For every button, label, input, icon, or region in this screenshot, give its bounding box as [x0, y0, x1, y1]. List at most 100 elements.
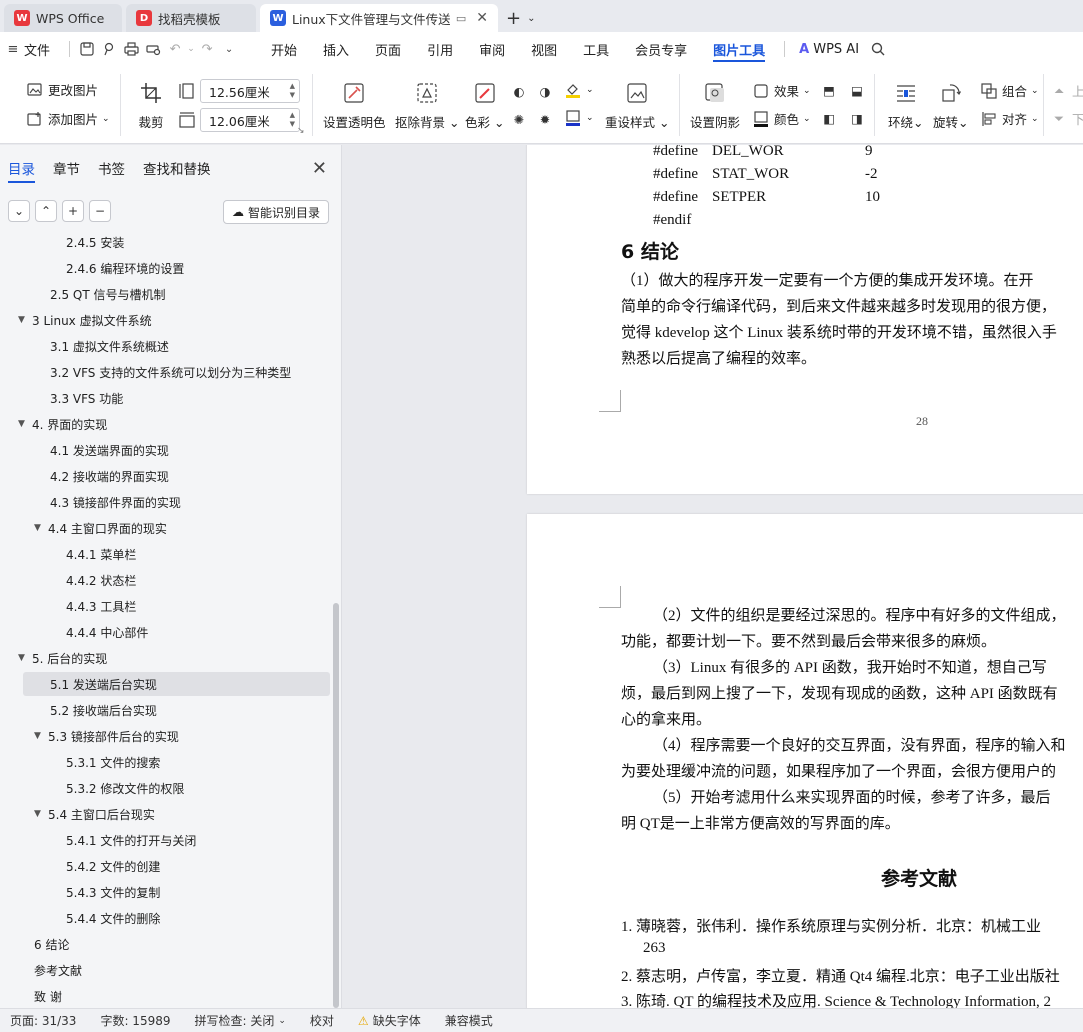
remove-background-button[interactable]: 抠除背景 ⌄ — [395, 80, 459, 131]
chevron-down-icon[interactable]: ⌄ — [186, 32, 196, 66]
menu-member[interactable]: 会员专享 — [622, 32, 700, 66]
expand-triangle-icon[interactable]: ▼ — [34, 731, 48, 741]
hamburger-icon[interactable]: ≡ — [6, 32, 20, 66]
change-picture-button[interactable]: 更改图片 — [26, 80, 98, 99]
chevron-down-icon[interactable]: ⌄ — [527, 13, 535, 24]
spell-check[interactable]: 拼写检查: 关闭 ⌄ — [183, 1012, 298, 1029]
tab-bookmarks[interactable]: 书签 — [98, 145, 125, 191]
save-icon[interactable] — [76, 32, 98, 66]
toc-item[interactable]: 2.4.6 编程环境的设置 — [66, 256, 184, 280]
smart-toc-button[interactable]: ☁ 智能识别目录 — [222, 200, 329, 224]
toc-item[interactable]: 4.2 接收端的界面实现 — [50, 464, 169, 488]
word-count[interactable]: 字数: 15989 — [88, 1012, 182, 1029]
wps-ai-button[interactable]: A WPS AI — [791, 32, 867, 66]
toc-scrollbar[interactable] — [333, 603, 339, 1008]
menu-view[interactable]: 视图 — [518, 32, 570, 66]
toc-item[interactable]: ▼ 5.3 镜接部件后台的实现 — [34, 724, 179, 748]
reset-style-button[interactable]: 重设样式 ⌄ — [605, 80, 669, 131]
tab-wps-office[interactable]: W WPS Office — [4, 4, 122, 32]
width-input[interactable]: 12.56厘米 ▲ ▼ — [200, 79, 300, 103]
undo-icon[interactable]: ↶ — [164, 32, 186, 66]
dialog-launcher-icon[interactable]: ↘ — [297, 126, 305, 136]
collapse-down-icon[interactable]: ⌄ — [8, 200, 30, 222]
toc-item[interactable]: 3.2 VFS 支持的文件系统可以划分为三种类型 — [50, 360, 291, 384]
toc-item[interactable]: ▼ 4. 界面的实现 — [18, 412, 107, 436]
toc-item[interactable]: 致 谢 — [34, 984, 62, 1008]
expand-triangle-icon[interactable]: ▼ — [34, 809, 48, 819]
tab-template[interactable]: D 找稻壳模板 — [126, 4, 256, 32]
proofread[interactable]: 校对 — [298, 1012, 346, 1029]
brightness-icon[interactable]: ◐ — [510, 82, 528, 100]
toc-item[interactable]: 4.3 镜接部件界面的实现 — [50, 490, 181, 514]
toc-item[interactable]: 参考文献 — [34, 958, 82, 982]
toc-item[interactable]: 5.4.2 文件的创建 — [66, 854, 160, 878]
color-button[interactable]: 色彩 ⌄ — [465, 80, 504, 131]
menu-tools[interactable]: 工具 — [570, 32, 622, 66]
format-painter-icon[interactable] — [98, 32, 120, 66]
tab-document[interactable]: W Linux下文件管理与文件传送的 ▭ ✕ — [260, 4, 498, 32]
shadow-right-icon[interactable]: ◨ — [848, 109, 866, 127]
group-button[interactable]: 组合 ⌄ — [980, 81, 1039, 100]
close-tab-icon[interactable]: ✕ — [476, 10, 488, 26]
fill-color-button[interactable]: ⌄ — [564, 81, 594, 99]
send-backward-button[interactable]: ⏷ 下 — [1050, 109, 1083, 128]
toc-item[interactable]: 6 结论 — [34, 932, 69, 956]
toc-item[interactable]: 5.2 接收端后台实现 — [50, 698, 157, 722]
brightness-increase-icon[interactable]: ✺ — [510, 110, 528, 128]
redo-icon[interactable]: ↷ — [196, 32, 218, 66]
outline-color-button[interactable]: ⌄ — [564, 109, 594, 127]
spinner-arrows-icon[interactable]: ▲ ▼ — [290, 82, 295, 100]
expand-triangle-icon[interactable]: ▼ — [18, 653, 32, 663]
toc-item[interactable]: 4.4.1 菜单栏 — [66, 542, 136, 566]
new-tab-button[interactable]: + ⌄ — [498, 4, 543, 32]
toc-item[interactable]: 5.3.2 修改文件的权限 — [66, 776, 184, 800]
shadow-down-icon[interactable]: ⬓ — [848, 81, 866, 99]
menu-references[interactable]: 引用 — [414, 32, 466, 66]
height-input[interactable]: 12.06厘米 ▲ ▼ — [200, 108, 300, 132]
toc-item[interactable]: 4.4.4 中心部件 — [66, 620, 148, 644]
expand-triangle-icon[interactable]: ▼ — [18, 315, 32, 325]
toc-item[interactable]: 2.5 QT 信号与槽机制 — [50, 282, 166, 306]
remove-heading-icon[interactable]: − — [89, 200, 111, 222]
toc-item[interactable]: 2.4.5 安装 — [66, 231, 124, 254]
contrast-icon[interactable]: ◑ — [536, 82, 554, 100]
tab-chapters[interactable]: 章节 — [53, 145, 80, 191]
wrap-button[interactable]: 环绕⌄ — [888, 80, 924, 131]
toc-item[interactable]: 3.3 VFS 功能 — [50, 386, 123, 410]
collapse-up-icon[interactable]: ⌃ — [35, 200, 57, 222]
menu-page[interactable]: 页面 — [362, 32, 414, 66]
toc-item[interactable]: 5.4.3 文件的复制 — [66, 880, 160, 904]
print-preview-icon[interactable] — [142, 32, 164, 66]
toc-item[interactable]: 3.1 虚拟文件系统概述 — [50, 334, 169, 358]
bring-forward-button[interactable]: ⏶ 上 — [1050, 81, 1083, 100]
expand-triangle-icon[interactable]: ▼ — [34, 523, 48, 533]
toc-item[interactable]: 4.4.2 状态栏 — [66, 568, 136, 592]
crop-button[interactable]: 裁剪 — [138, 80, 164, 131]
add-heading-icon[interactable]: + — [62, 200, 84, 222]
close-panel-icon[interactable]: ✕ — [312, 158, 327, 179]
tab-toc[interactable]: 目录 — [8, 145, 35, 191]
menu-home[interactable]: 开始 — [258, 32, 310, 66]
set-transparent-button[interactable]: 设置透明色 — [323, 80, 386, 131]
toc-item[interactable]: 4.1 发送端界面的实现 — [50, 438, 169, 462]
toc-item[interactable]: ▼ 5. 后台的实现 — [18, 646, 107, 670]
missing-font[interactable]: ⚠ 缺失字体 — [346, 1012, 433, 1029]
toc-item[interactable]: 5.1 发送端后台实现 — [50, 672, 157, 696]
expand-triangle-icon[interactable]: ▼ — [18, 419, 32, 429]
toc-item[interactable]: ▼ 5.4 主窗口后台现实 — [34, 802, 155, 826]
toc-item[interactable]: ▼ 4.4 主窗口界面的现实 — [34, 516, 167, 540]
tab-find-replace[interactable]: 查找和替换 — [143, 145, 211, 191]
menu-insert[interactable]: 插入 — [310, 32, 362, 66]
brightness-decrease-icon[interactable]: ✹ — [536, 110, 554, 128]
shadow-left-icon[interactable]: ◧ — [820, 109, 838, 127]
toc-item[interactable]: ▼ 3 Linux 虚拟文件系统 — [18, 308, 152, 332]
print-icon[interactable] — [120, 32, 142, 66]
menu-review[interactable]: 审阅 — [466, 32, 518, 66]
align-button[interactable]: 对齐 ⌄ — [980, 109, 1039, 128]
add-picture-button[interactable]: 添加图片 ⌄ — [26, 109, 110, 128]
effect-button[interactable]: 效果 ⌄ — [752, 81, 811, 100]
toc-item[interactable]: 5.4.1 文件的打开与关闭 — [66, 828, 196, 852]
menu-picture-tools[interactable]: 图片工具 — [700, 32, 778, 66]
toc-item[interactable]: 4.4.3 工具栏 — [66, 594, 136, 618]
page-indicator[interactable]: 页面: 31/33 — [0, 1012, 88, 1029]
